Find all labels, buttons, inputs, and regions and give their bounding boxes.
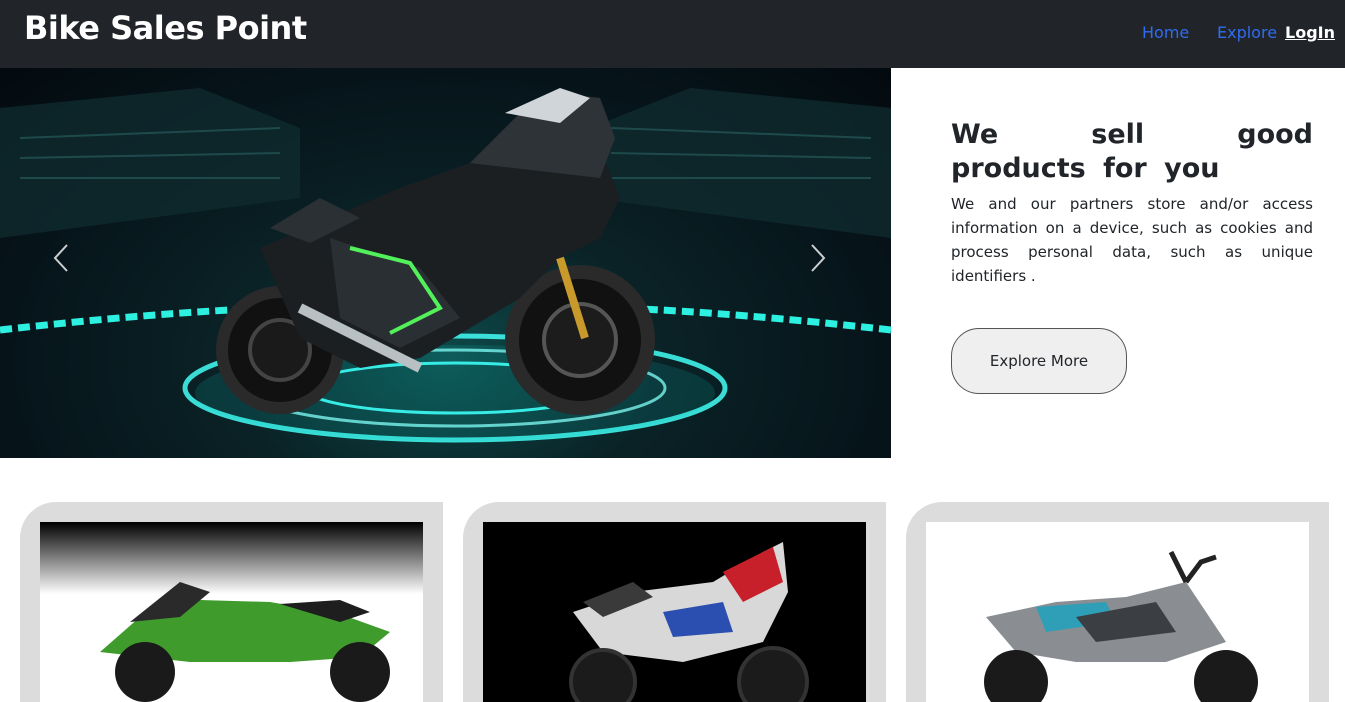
product-card[interactable] <box>20 502 443 702</box>
chevron-right-icon <box>811 244 826 272</box>
product-card[interactable] <box>906 502 1329 702</box>
top-navbar: Bike Sales Point Home Explore LogIn <box>0 0 1345 68</box>
product-card[interactable] <box>463 502 886 702</box>
nav-links: Home Explore LogIn <box>0 0 1345 68</box>
carousel-slide-image <box>0 88 891 443</box>
product-image <box>483 522 866 702</box>
product-image <box>926 522 1309 702</box>
explore-more-button[interactable]: Explore More <box>951 328 1127 394</box>
nav-link-home[interactable]: Home <box>1142 23 1189 42</box>
hero-description: We and our partners store and/or access … <box>951 195 1313 285</box>
nav-link-login[interactable]: LogIn <box>1285 23 1335 42</box>
product-image <box>40 522 423 702</box>
carousel-prev-button[interactable] <box>52 243 82 283</box>
hero-text-block: We sell good products for you We and our… <box>951 118 1313 288</box>
hero-section: We sell good products for you We and our… <box>0 68 1345 458</box>
nav-link-explore[interactable]: Explore <box>1217 23 1277 42</box>
hero-carousel <box>0 68 891 458</box>
chevron-left-icon <box>53 244 68 272</box>
carousel-next-button[interactable] <box>809 243 839 283</box>
hero-title: We sell good products for you <box>951 119 1313 184</box>
